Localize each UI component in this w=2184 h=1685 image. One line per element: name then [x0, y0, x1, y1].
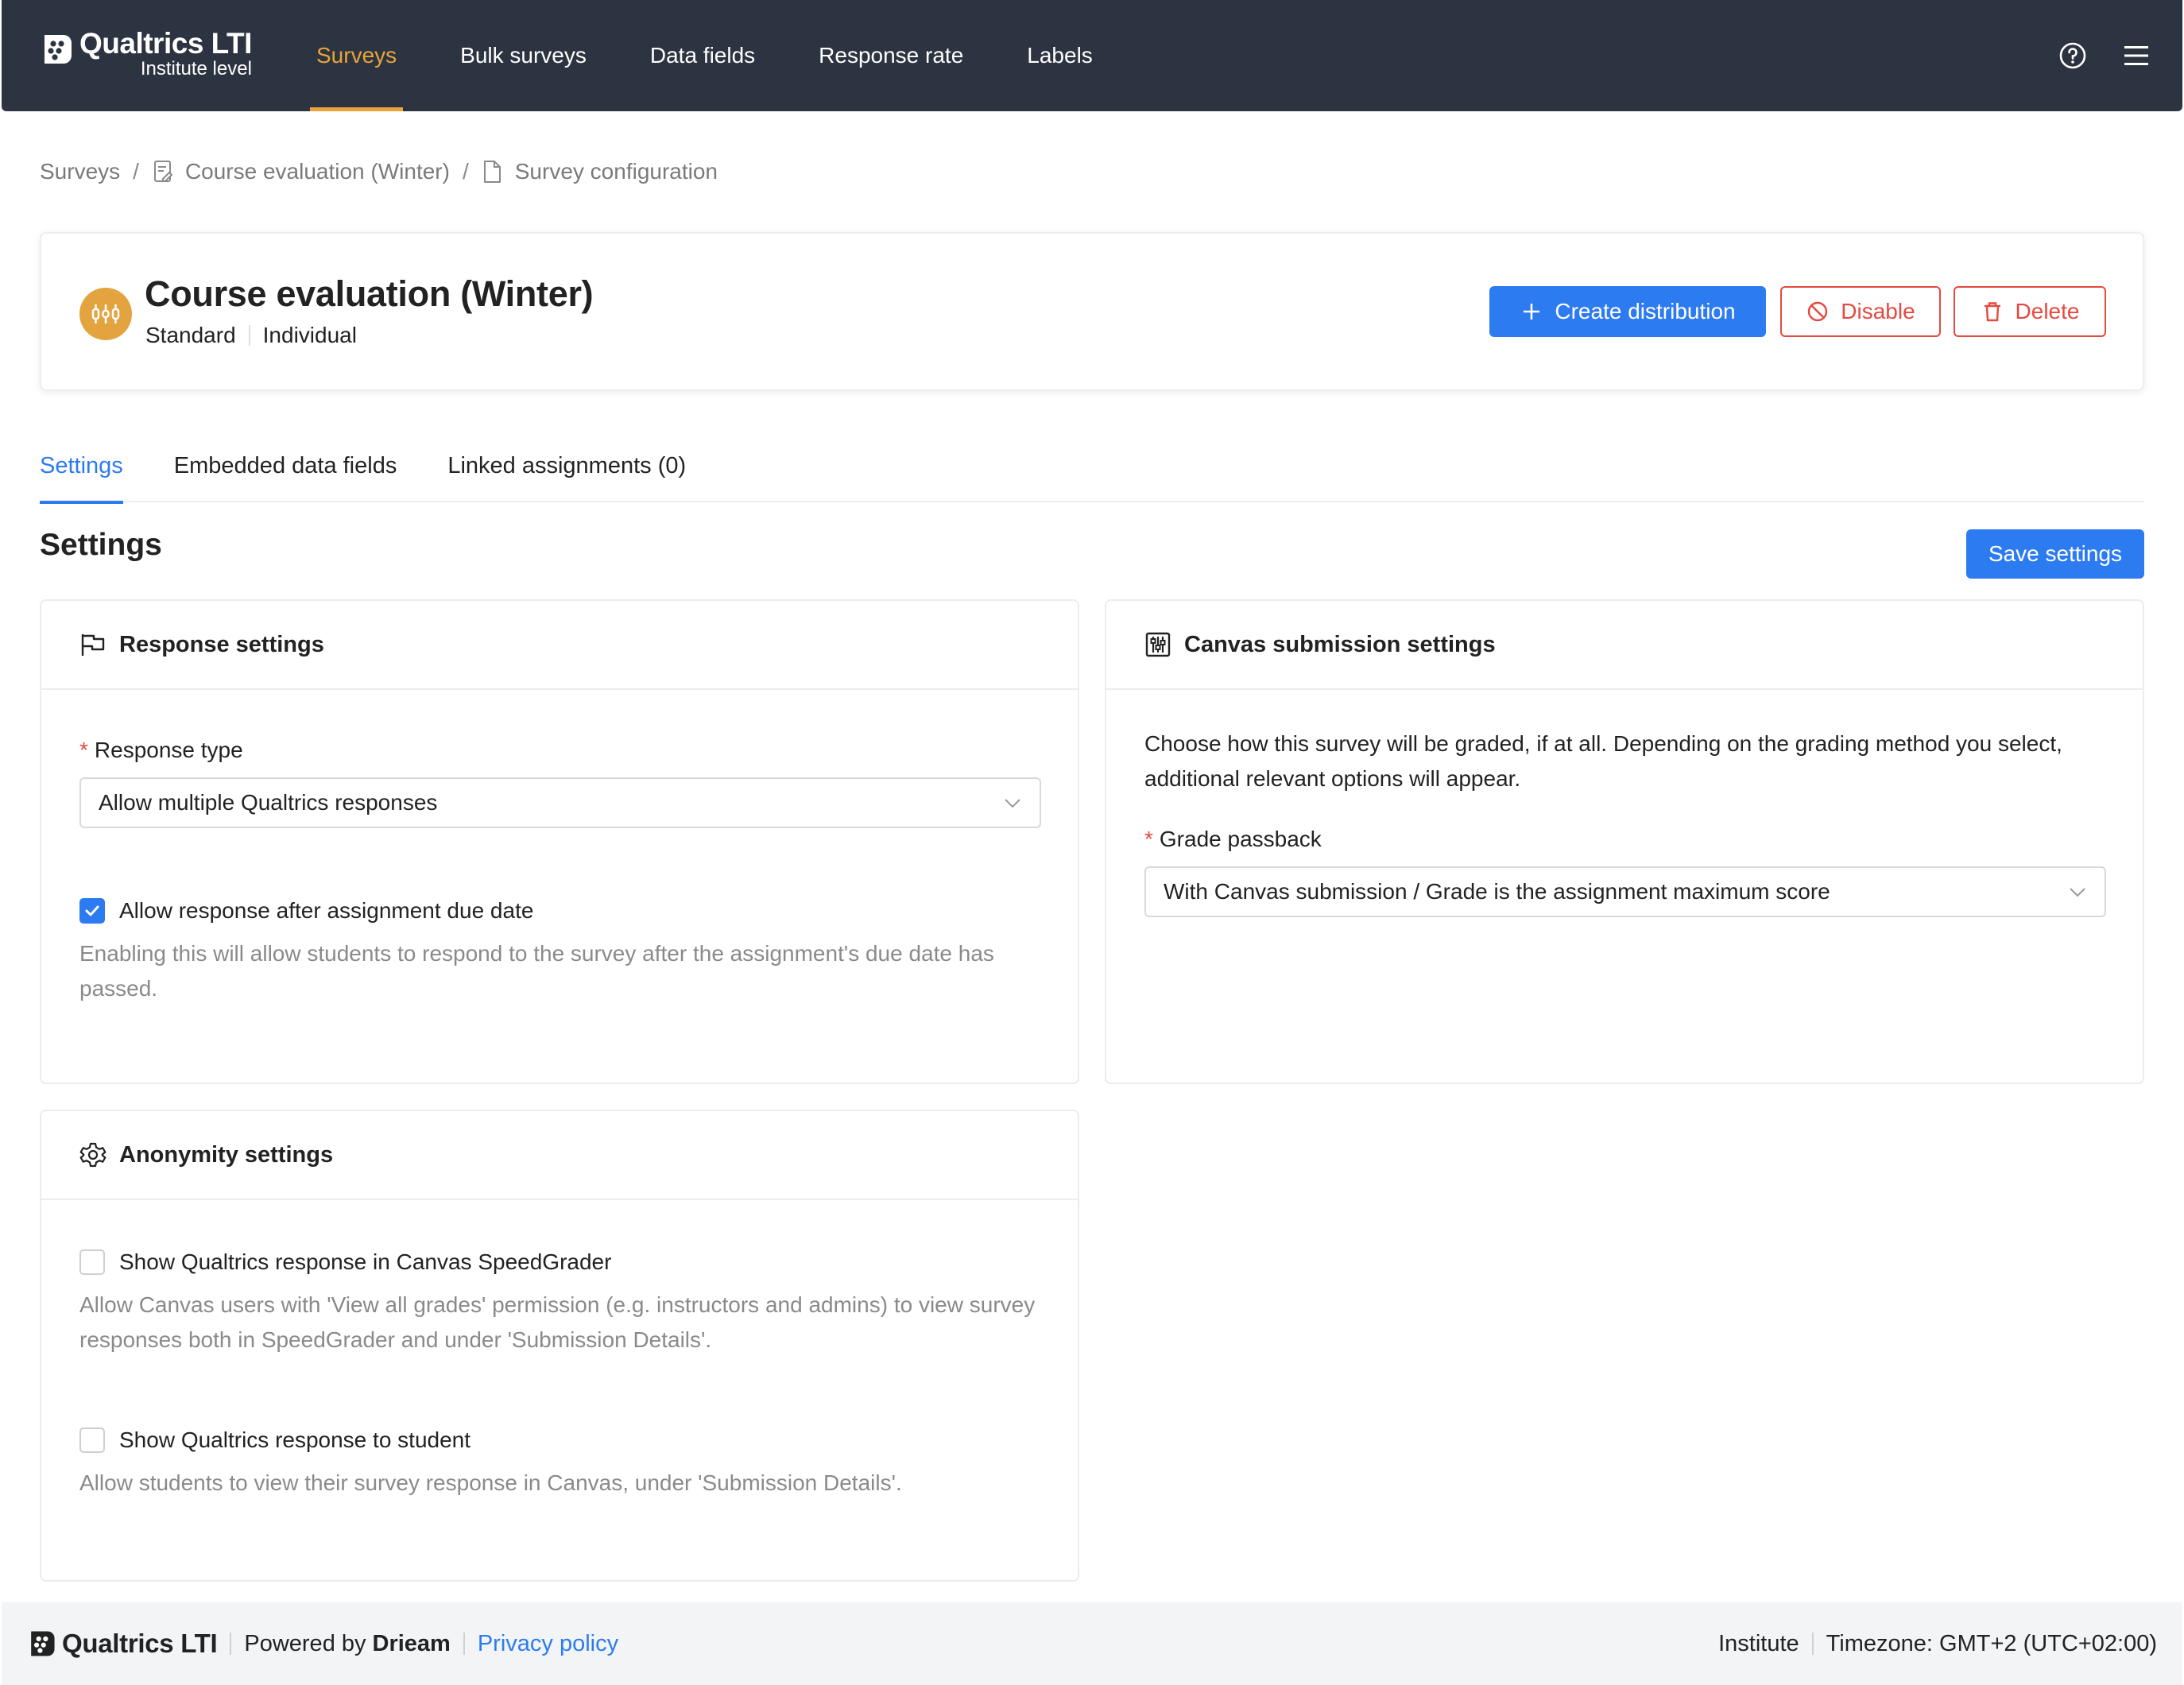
brand-name: Qualtrics LTI: [79, 27, 252, 60]
meta-divider: [248, 325, 250, 346]
chevron-down-icon: [2070, 888, 2085, 897]
survey-type: Standard: [145, 323, 236, 347]
survey-meta: Standard Individual: [145, 323, 357, 348]
nav-bulk-surveys[interactable]: Bulk surveys: [454, 0, 593, 111]
footer-brand: Qualtrics LTI: [62, 1629, 218, 1658]
response-settings-title: Response settings: [119, 631, 324, 657]
response-type-label: * Response type: [79, 738, 243, 762]
tab-bar: Settings Embedded data fields Linked ass…: [40, 445, 2144, 504]
flag-icon: [79, 631, 106, 658]
section-title: Settings: [40, 528, 162, 562]
anonymity-settings-title: Anonymity settings: [119, 1141, 334, 1168]
show-to-student-label[interactable]: Show Qualtrics response to student: [119, 1427, 470, 1453]
allow-late-checkbox[interactable]: [79, 898, 105, 924]
footer-divider: [463, 1633, 465, 1655]
show-to-student-help: Allow students to view their survey resp…: [79, 1470, 902, 1495]
nav-data-fields[interactable]: Data fields: [644, 0, 761, 111]
tab-linked-assignments[interactable]: Linked assignments (0): [447, 445, 686, 502]
sliders-icon: [91, 304, 120, 323]
breadcrumb-separator: /: [462, 159, 469, 184]
save-settings-button[interactable]: Save settings: [1966, 529, 2144, 579]
check-icon: [85, 905, 99, 916]
privacy-policy-link[interactable]: Privacy policy: [478, 1631, 618, 1657]
create-distribution-button[interactable]: Create distribution: [1489, 286, 1766, 337]
canvas-submission-settings-panel: Canvas submission settings Choose how th…: [1105, 599, 2144, 1084]
breadcrumb: Surveys / Course evaluation (Winter) / S…: [40, 159, 718, 184]
delete-button[interactable]: Delete: [1954, 286, 2106, 337]
grade-passback-value: With Canvas submission / Grade is the as…: [1164, 879, 1830, 904]
trash-icon: [1981, 300, 2004, 323]
grade-passback-select[interactable]: With Canvas submission / Grade is the as…: [1144, 866, 2106, 917]
plus-icon: [1520, 300, 1543, 323]
canvas-settings-description: Choose how this survey will be graded, i…: [1144, 731, 2062, 791]
nav-labels[interactable]: Labels: [1020, 0, 1099, 111]
sliders-box-icon: [1144, 631, 1171, 658]
survey-title: Course evaluation (Winter): [145, 273, 594, 314]
speedgrader-label[interactable]: Show Qualtrics response in Canvas SpeedG…: [119, 1249, 611, 1275]
grade-passback-label: * Grade passback: [1144, 827, 1322, 851]
footer-timezone: Timezone: GMT+2 (UTC+02:00): [1826, 1630, 2157, 1656]
nav-surveys[interactable]: Surveys: [310, 0, 404, 111]
brand-subtitle: Institute level: [140, 58, 252, 79]
chevron-down-icon: [1005, 799, 1020, 808]
brand[interactable]: Qualtrics LTI Institute level: [40, 29, 252, 79]
allow-late-label[interactable]: Allow response after assignment due date: [119, 898, 533, 924]
top-navbar: Qualtrics LTI Institute level Surveys Bu…: [2, 0, 2182, 111]
survey-avatar: [79, 288, 132, 340]
delete-label: Delete: [2015, 299, 2080, 323]
survey-document-icon: [152, 160, 174, 184]
show-to-student-checkbox[interactable]: [79, 1427, 105, 1453]
response-type-select[interactable]: Allow multiple Qualtrics responses: [79, 777, 1041, 828]
powered-by-prefix: Powered by: [244, 1630, 366, 1656]
speedgrader-checkbox[interactable]: [79, 1249, 105, 1275]
powered-by-name: Drieam: [372, 1630, 451, 1656]
qualtrics-logo-icon: [45, 35, 72, 64]
tab-settings[interactable]: Settings: [40, 445, 123, 504]
breadcrumb-separator: /: [133, 159, 139, 184]
file-icon: [482, 160, 504, 184]
survey-mode: Individual: [262, 323, 357, 347]
gear-icon: [79, 1141, 106, 1168]
canvas-settings-title: Canvas submission settings: [1184, 631, 1496, 657]
allow-late-help: Enabling this will allow students to res…: [79, 941, 994, 1001]
nav-response-rate[interactable]: Response rate: [812, 0, 970, 111]
survey-header-card: Course evaluation (Winter) Standard Indi…: [40, 232, 2144, 391]
speedgrader-help: Allow Canvas users with 'View all grades…: [79, 1292, 1036, 1352]
footer-divider: [230, 1633, 232, 1655]
help-circle-icon[interactable]: [2057, 40, 2089, 72]
footer-divider: [1811, 1633, 1814, 1655]
breadcrumb-survey-configuration: Survey configuration: [514, 159, 718, 184]
response-settings-panel: Response settings * Response type Allow m…: [40, 599, 1079, 1084]
block-icon: [1806, 300, 1830, 323]
disable-button[interactable]: Disable: [1780, 286, 1941, 337]
breadcrumb-surveys[interactable]: Surveys: [40, 159, 120, 184]
breadcrumb-course-evaluation[interactable]: Course evaluation (Winter): [185, 159, 450, 184]
anonymity-settings-panel: Anonymity settings Show Qualtrics respon…: [40, 1110, 1079, 1582]
footer: Qualtrics LTI Powered by Drieam Privacy …: [2, 1602, 2182, 1685]
tab-embedded-data-fields[interactable]: Embedded data fields: [174, 445, 397, 502]
menu-icon[interactable]: [2120, 40, 2152, 72]
disable-label: Disable: [1841, 299, 1915, 323]
qualtrics-logo-icon: [31, 1631, 55, 1656]
footer-institute: Institute: [1718, 1630, 1799, 1656]
create-distribution-label: Create distribution: [1555, 299, 1736, 323]
response-type-value: Allow multiple Qualtrics responses: [99, 790, 438, 815]
